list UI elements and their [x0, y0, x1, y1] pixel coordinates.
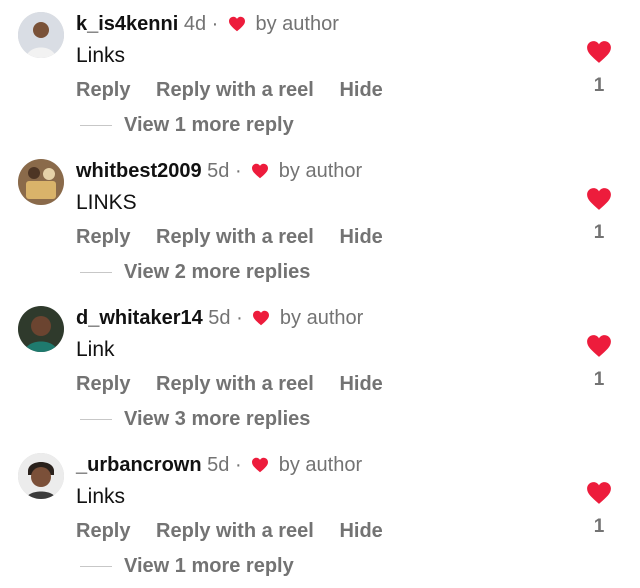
view-more-replies-button[interactable]: View 1 more reply	[80, 109, 294, 141]
like-count: 1	[593, 516, 605, 537]
liked-by-author-label: by author	[255, 13, 339, 35]
avatar-icon	[18, 12, 64, 58]
reply-button[interactable]: Reply	[76, 368, 130, 400]
avatar[interactable]	[18, 306, 64, 352]
avatar-icon	[18, 306, 64, 352]
view-more-label: View 1 more reply	[124, 555, 294, 577]
hide-button[interactable]: Hide	[339, 368, 382, 400]
reply-with-reel-button[interactable]: Reply with a reel	[156, 368, 314, 400]
avatar-icon	[18, 159, 64, 205]
like-heart-icon[interactable]	[586, 40, 612, 64]
view-more-replies-button[interactable]: View 1 more reply	[80, 550, 294, 582]
comment-actions: Reply Reply with a reel Hide	[76, 515, 403, 547]
like-heart-icon[interactable]	[586, 187, 612, 211]
liked-by-author-label: by author	[279, 307, 364, 329]
hide-button[interactable]: Hide	[339, 221, 382, 253]
heart-icon	[253, 310, 270, 326]
username[interactable]: _urbancrown	[76, 454, 202, 476]
separator-dot: ·	[234, 160, 242, 182]
avatar[interactable]	[18, 159, 64, 205]
comment-meta: whitbest2009 5d · by author	[76, 155, 362, 187]
comment-item: whitbest2009 5d · by author LINKS Reply …	[0, 147, 640, 294]
separator-dot: ·	[236, 307, 243, 329]
divider	[80, 125, 112, 127]
avatar[interactable]	[18, 12, 64, 58]
like-count: 1	[593, 369, 605, 390]
divider	[80, 419, 112, 421]
comment-time: 5d	[207, 454, 230, 476]
separator-dot: ·	[234, 454, 242, 476]
reply-with-reel-button[interactable]: Reply with a reel	[156, 74, 314, 106]
liked-by-author-label: by author	[278, 160, 363, 182]
username[interactable]: d_whitaker14	[76, 307, 203, 329]
like-count: 1	[593, 75, 605, 96]
reply-button[interactable]: Reply	[76, 74, 130, 106]
heart-icon	[252, 163, 269, 179]
liked-by-author-label: by author	[278, 454, 363, 476]
view-more-replies-button[interactable]: View 2 more replies	[80, 256, 310, 288]
username[interactable]: whitbest2009	[76, 160, 202, 182]
view-more-label: View 3 more replies	[124, 408, 311, 430]
comment-text: Link	[76, 338, 115, 361]
divider	[80, 272, 112, 274]
comment-time: 4d	[183, 13, 207, 35]
comment-time: 5d	[207, 160, 230, 182]
comment-item: k_is4kenni 4d · by author Links Reply Re…	[0, 0, 640, 147]
reply-with-reel-button[interactable]: Reply with a reel	[156, 515, 314, 547]
avatar-icon	[18, 453, 64, 499]
comment-meta: d_whitaker14 5d · by author	[76, 302, 363, 334]
like-heart-icon[interactable]	[586, 334, 612, 358]
comment-actions: Reply Reply with a reel Hide	[76, 74, 403, 106]
view-more-label: View 2 more replies	[124, 261, 311, 283]
hide-button[interactable]: Hide	[339, 74, 382, 106]
comment-item: _urbancrown 5d · by author Links Reply R…	[0, 441, 640, 588]
view-more-replies-button[interactable]: View 3 more replies	[80, 403, 310, 435]
hide-button[interactable]: Hide	[339, 515, 382, 547]
comment-meta: _urbancrown 5d · by author	[76, 449, 362, 481]
reply-button[interactable]: Reply	[76, 515, 130, 547]
divider	[80, 566, 112, 568]
heart-icon	[252, 457, 269, 473]
comment-meta: k_is4kenni 4d · by author	[76, 8, 339, 40]
comment-actions: Reply Reply with a reel Hide	[76, 368, 403, 400]
like-count: 1	[593, 222, 605, 243]
comment-item: d_whitaker14 5d · by author Link Reply R…	[0, 294, 640, 441]
like-heart-icon[interactable]	[586, 481, 612, 505]
view-more-label: View 1 more reply	[124, 114, 294, 136]
reply-with-reel-button[interactable]: Reply with a reel	[156, 221, 314, 253]
heart-icon	[228, 16, 245, 32]
comment-text: Links	[76, 44, 126, 67]
avatar[interactable]	[18, 453, 64, 499]
separator-dot: ·	[211, 13, 219, 35]
username[interactable]: k_is4kenni	[76, 13, 178, 35]
reply-button[interactable]: Reply	[76, 221, 130, 253]
comment-actions: Reply Reply with a reel Hide	[76, 221, 403, 253]
comment-time: 5d	[208, 307, 231, 329]
comment-text: Links	[76, 485, 126, 508]
comment-text: LINKS	[76, 191, 137, 214]
